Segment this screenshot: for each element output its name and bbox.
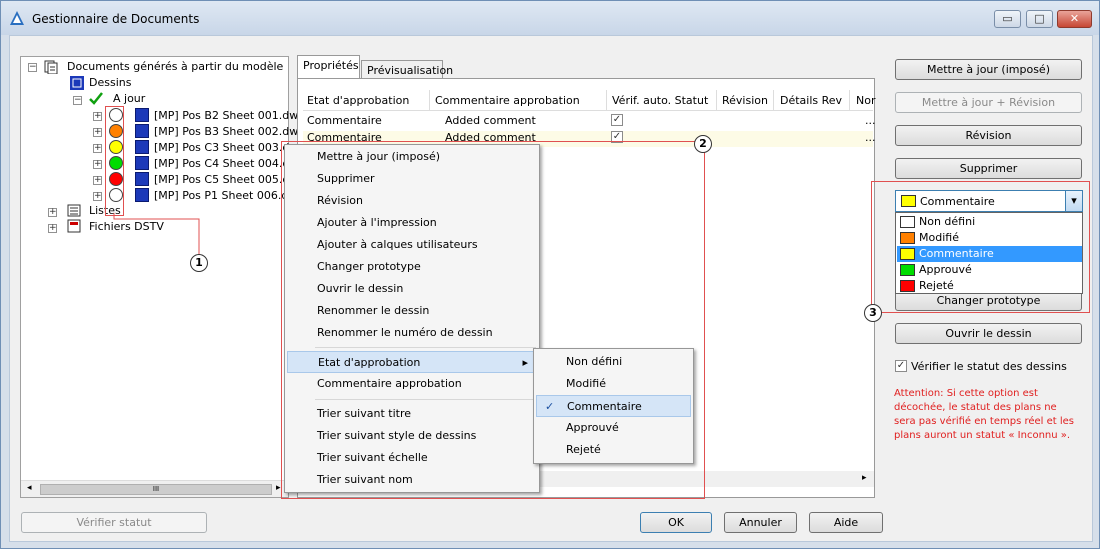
callout-3: 3: [864, 304, 882, 322]
tree-sheet-item[interactable]: [MP] Pos C5 Sheet 005.dw: [154, 173, 298, 187]
annotation-box-2: [281, 141, 705, 499]
tree-drawings-label[interactable]: Dessins: [89, 76, 131, 90]
minimize-button[interactable]: ▭: [994, 10, 1021, 28]
col-name[interactable]: Nor: [856, 94, 875, 107]
col-auto-verify[interactable]: Vérif. auto. Statut: [612, 94, 708, 107]
row-verify-checkbox[interactable]: ✓: [611, 114, 623, 126]
expand-lists-icon[interactable]: +: [48, 208, 57, 217]
tree-horizontal-scrollbar[interactable]: ◂ III ▸: [21, 480, 288, 497]
dstv-files-icon: [67, 219, 81, 233]
expand-sheet-icon[interactable]: +: [93, 192, 102, 201]
tree-sheet-item[interactable]: [MP] Pos C4 Sheet 004.dw: [154, 157, 298, 171]
revision-button[interactable]: Révision: [895, 125, 1082, 146]
warning-text: Attention: Si cette option est décochée,…: [894, 388, 1074, 441]
expand-sheet-icon[interactable]: +: [93, 128, 102, 137]
row-more: ...: [865, 131, 876, 144]
col-rev-details[interactable]: Détails Rev: [780, 94, 842, 107]
col-revision[interactable]: Révision: [722, 94, 768, 107]
verify-status-label[interactable]: Vérifier le statut des dessins: [911, 360, 1067, 373]
expand-sheet-icon[interactable]: +: [93, 176, 102, 185]
collapse-root-icon[interactable]: −: [28, 63, 37, 72]
scroll-thumb[interactable]: III: [40, 484, 272, 495]
close-button[interactable]: ✕: [1057, 10, 1092, 28]
grid-header: Etat d'approbation Commentaire approbati…: [303, 90, 875, 111]
document-model-icon: [44, 60, 58, 74]
tree-sheet-item[interactable]: [MP] Pos B3 Sheet 002.dwg: [154, 125, 305, 139]
drawing-file-icon: [135, 108, 149, 122]
annotation-box-3: [871, 181, 1090, 313]
drawing-file-icon: [135, 156, 149, 170]
tree-sheet-item[interactable]: [MP] Pos P1 Sheet 006.dw: [154, 189, 297, 203]
callout-leader-1: [113, 213, 200, 255]
ok-button[interactable]: OK: [640, 512, 712, 533]
col-separator[interactable]: [716, 90, 717, 110]
update-revision-button[interactable]: Mettre à jour + Révision: [895, 92, 1082, 113]
scroll-right-icon[interactable]: ▸: [276, 483, 281, 493]
expand-sheet-icon[interactable]: +: [93, 144, 102, 153]
scroll-left-icon[interactable]: ◂: [27, 483, 32, 493]
lists-icon: [67, 204, 81, 217]
delete-button[interactable]: Supprimer: [895, 158, 1082, 179]
callout-2: 2: [694, 135, 712, 153]
callout-1: 1: [190, 254, 208, 272]
drawing-file-icon: [135, 140, 149, 154]
row-more: ...: [865, 114, 876, 127]
collapse-uptodate-icon[interactable]: −: [73, 96, 82, 105]
title-bar: Gestionnaire de Documents ▭ □ ✕: [1, 1, 1099, 35]
document-manager-window: Gestionnaire de Documents ▭ □ ✕ − Docume…: [0, 0, 1100, 549]
help-button[interactable]: Aide: [809, 512, 883, 533]
drawings-folder-icon: [70, 76, 84, 90]
expand-sheet-icon[interactable]: +: [93, 160, 102, 169]
scroll-right-icon[interactable]: ▸: [862, 473, 867, 483]
drawing-file-icon: [135, 172, 149, 186]
col-separator[interactable]: [773, 90, 774, 110]
tree-root-label[interactable]: Documents générés à partir du modèle: [67, 60, 283, 74]
col-approval-comment[interactable]: Commentaire approbation: [435, 94, 580, 107]
verify-status-button[interactable]: Vérifier statut: [21, 512, 207, 533]
drawing-file-icon: [135, 188, 149, 202]
open-drawing-button[interactable]: Ouvrir le dessin: [895, 323, 1082, 344]
expand-sheet-icon[interactable]: +: [93, 112, 102, 121]
tree-sheet-item[interactable]: [MP] Pos B2 Sheet 001.dwg: [154, 109, 305, 123]
table-row[interactable]: Commentaire Added comment ✓ ...: [303, 114, 876, 130]
uptodate-check-icon: [89, 92, 103, 105]
expand-dstv-icon[interactable]: +: [48, 224, 57, 233]
cancel-button[interactable]: Annuler: [724, 512, 797, 533]
row-state: Commentaire: [307, 114, 382, 127]
col-separator[interactable]: [429, 90, 430, 110]
col-separator[interactable]: [606, 90, 607, 110]
window-title: Gestionnaire de Documents: [32, 12, 200, 26]
tree-uptodate-label[interactable]: A jour: [113, 92, 145, 106]
annotation-box-1: [105, 106, 124, 216]
verify-status-checkbox[interactable]: ✓: [895, 360, 907, 372]
tab-properties[interactable]: Propriétés: [297, 55, 360, 79]
maximize-button[interactable]: □: [1026, 10, 1053, 28]
col-separator[interactable]: [849, 90, 850, 110]
row-comment: Added comment: [445, 114, 536, 127]
app-logo-icon: [10, 11, 24, 25]
update-forced-button[interactable]: Mettre à jour (imposé): [895, 59, 1082, 80]
col-approval-state[interactable]: Etat d'approbation: [307, 94, 409, 107]
drawing-file-icon: [135, 124, 149, 138]
